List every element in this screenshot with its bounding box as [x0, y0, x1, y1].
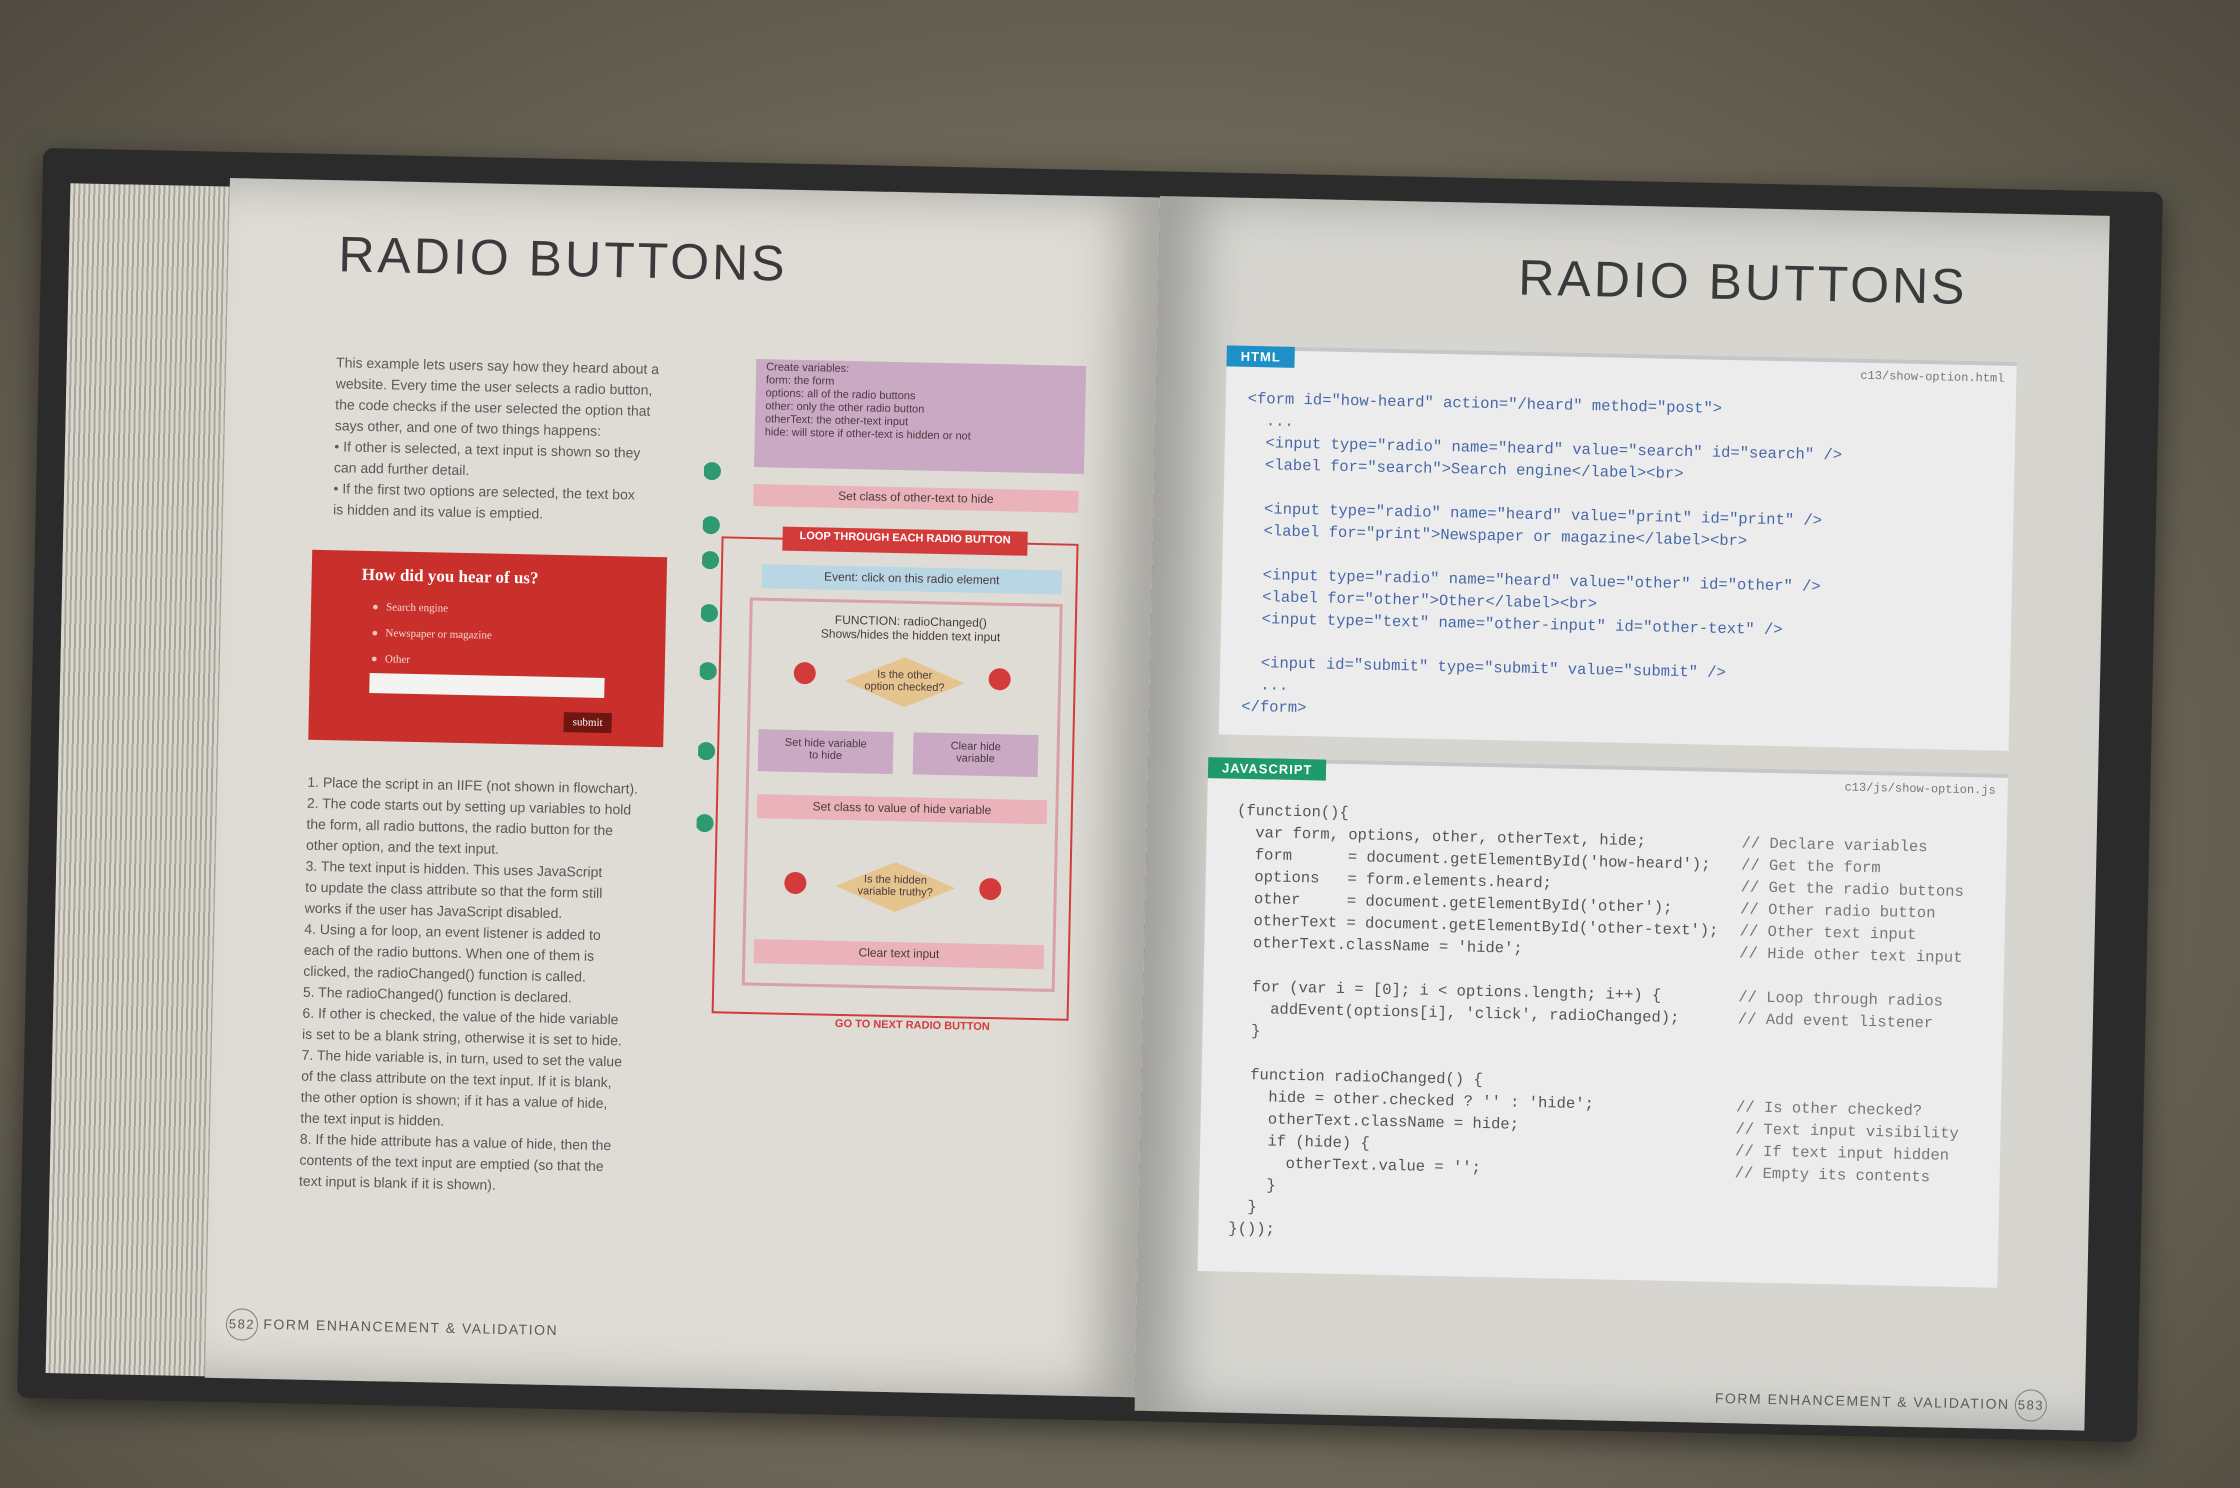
- html-code-box: HTML c13/show-option.html <form id="how-…: [1218, 345, 2017, 751]
- intro-text: This example lets users say how they hea…: [332, 354, 660, 522]
- footer-section: FORM ENHANCEMENT & VALIDATION: [1714, 1389, 2010, 1413]
- flow-y-marker: [988, 668, 1011, 691]
- flow-y-marker: [979, 878, 1002, 901]
- page-title-left: RADIO BUTTONS: [337, 226, 789, 292]
- form-demo: How did you hear of us? Search engine Ne…: [308, 549, 668, 748]
- left-page: RADIO BUTTONS This example lets users sa…: [204, 178, 1165, 1398]
- footer-section: FORM ENHANCEMENT & VALIDATION: [263, 1315, 559, 1339]
- steps-text: 1. Place the script in an IIFE (not show…: [298, 773, 639, 1193]
- page-number: 583: [2014, 1389, 2048, 1422]
- form-option: Newspaper or magazine: [385, 627, 492, 641]
- flow-step-marker: [698, 662, 717, 681]
- form-option: Other: [385, 653, 410, 666]
- html-code: <form id="how-heard" action="/heard" met…: [1241, 389, 1843, 718]
- footer-right: FORM ENHANCEMENT & VALIDATION 583: [1715, 1383, 2048, 1422]
- form-submit: submit: [563, 712, 612, 734]
- flow-function-frame: [741, 597, 1063, 992]
- page-title-right: RADIO BUTTONS: [1517, 249, 1969, 315]
- js-code-box: JAVASCRIPT c13/js/show-option.js (functi…: [1197, 757, 2009, 1288]
- flow-set-hide-text: Set hide variable to hide: [784, 736, 867, 762]
- right-page: RADIO BUTTONS HTML c13/show-option.html …: [1134, 196, 2110, 1431]
- flow-step-marker: [695, 814, 714, 833]
- flow-decision-1-text: Is the other option checked?: [864, 668, 945, 695]
- flow-step-marker: [697, 742, 716, 761]
- flow-decision-2-text: Is the hidden variable truthy?: [857, 873, 933, 899]
- flow-clear-hide-text: Clear hide variable: [950, 740, 1001, 766]
- flow-step-marker: [699, 604, 718, 623]
- html-filename: c13/show-option.html: [1860, 368, 2005, 386]
- js-code: (function(){ var form, options, other, o…: [1228, 801, 1719, 1239]
- js-tag: JAVASCRIPT: [1207, 757, 1327, 781]
- form-text-input: [369, 673, 605, 698]
- form-question: How did you hear of us?: [361, 564, 539, 588]
- flow-n-marker: [784, 871, 807, 894]
- flow-step-marker: [701, 516, 720, 535]
- flow-n-marker: [793, 662, 816, 685]
- footer-left: 582 FORM ENHANCEMENT & VALIDATION: [225, 1308, 559, 1347]
- html-tag: HTML: [1226, 345, 1295, 368]
- js-comments: // Declare variables // Get the form // …: [1734, 834, 1965, 1187]
- page-number: 582: [225, 1308, 259, 1341]
- flowchart: [695, 359, 1087, 1021]
- flow-create-vars-text: Create variables: form: the form options…: [764, 361, 971, 443]
- flow-step-marker: [701, 551, 720, 570]
- form-option: Search engine: [386, 601, 448, 614]
- js-filename: c13/js/show-option.js: [1844, 780, 1996, 798]
- flow-step-marker: [702, 462, 721, 481]
